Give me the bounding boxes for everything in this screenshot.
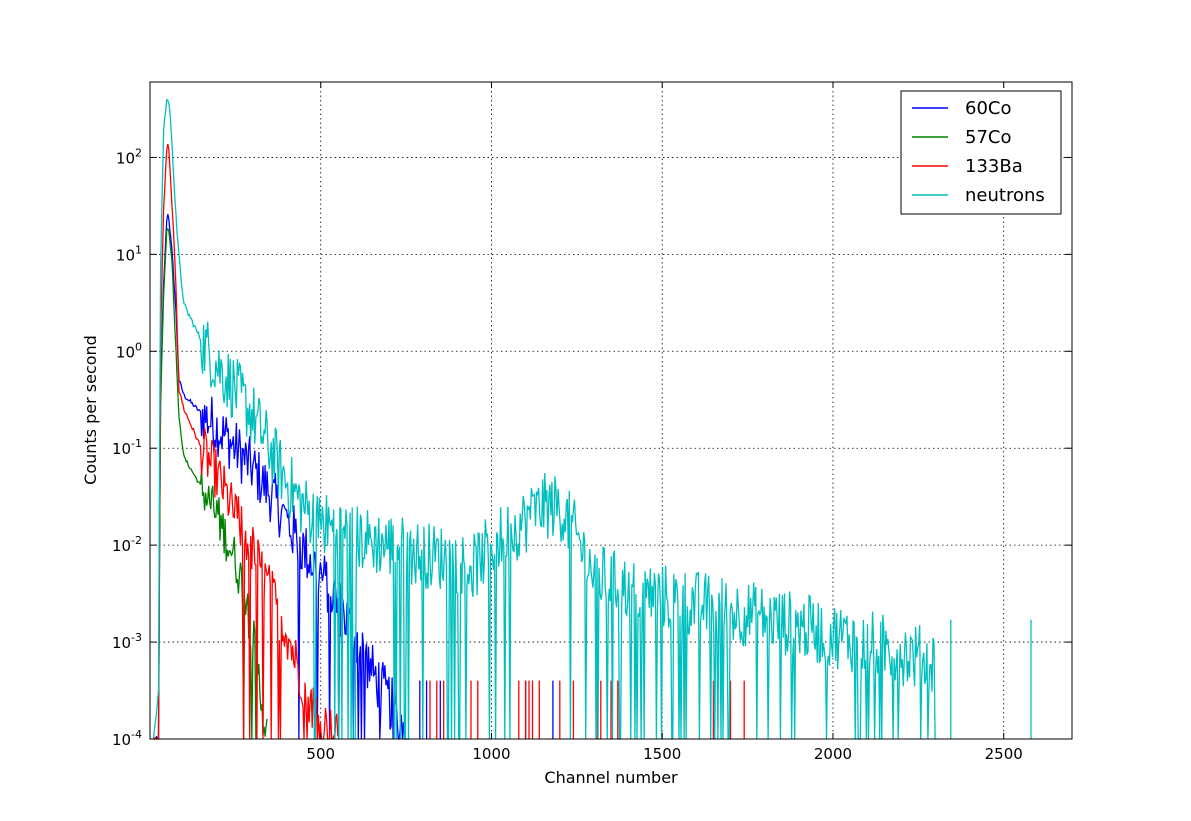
legend-label-133Ba: 133Ba	[965, 156, 1023, 177]
x-tick-label: 2500	[985, 745, 1023, 763]
chart: 500 1000 1500 2000 2500 10-410-310-210-11001…	[0, 0, 1191, 821]
legend: 60Co 57Co 133Ba neutrons	[900, 90, 1062, 215]
y-tick-base: 10	[112, 731, 131, 749]
x-tick-label: 2000	[814, 745, 852, 763]
legend-label-60Co: 60Co	[965, 98, 1012, 119]
y-tick-exponent: 1	[135, 243, 142, 256]
legend-label-57Co: 57Co	[965, 127, 1012, 148]
x-tick-label: 1500	[643, 745, 681, 763]
y-tick-base: 10	[116, 149, 135, 167]
y-tick-exponent: -3	[131, 631, 142, 644]
legend-label-neutrons: neutrons	[965, 185, 1045, 206]
y-tick-exponent: -2	[131, 534, 142, 547]
y-tick-base: 10	[112, 440, 131, 458]
y-tick-base: 10	[116, 246, 135, 264]
y-tick-base: 10	[112, 537, 131, 555]
y-tick-base: 10	[116, 343, 135, 361]
x-tick-label: 500	[306, 745, 335, 763]
y-tick-exponent: -4	[131, 728, 142, 741]
x-tick-label: 1000	[472, 745, 510, 763]
y-tick-exponent: 0	[135, 340, 142, 353]
x-axis-label: Channel number	[544, 768, 678, 787]
y-axis-label: Counts per second	[81, 335, 100, 485]
y-tick-exponent: 2	[135, 146, 142, 159]
y-tick-exponent: -1	[131, 437, 142, 450]
y-tick-base: 10	[112, 634, 131, 652]
